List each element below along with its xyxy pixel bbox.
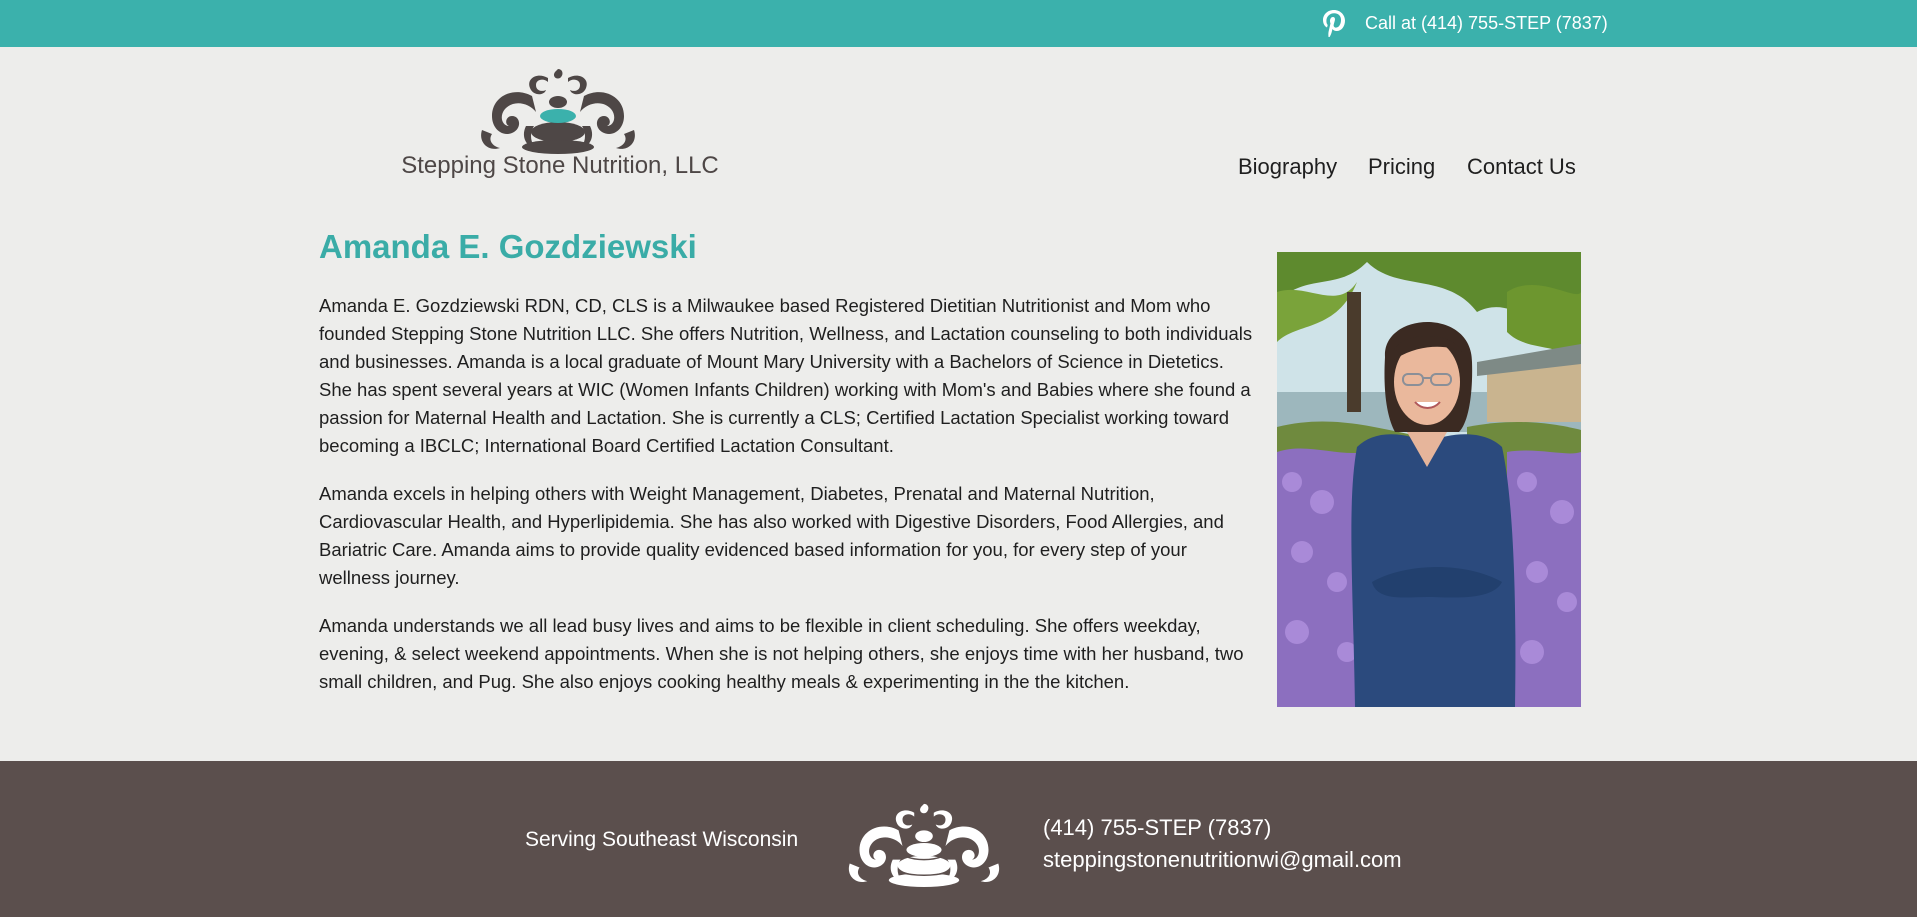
logo-text: Stepping Stone Nutrition, LLC [401,152,719,179]
stacked-stones-ornament-icon [848,803,1000,887]
footer-phone-link[interactable]: (414) 755-STEP (7837) [1043,812,1402,844]
stacked-stones-ornament-icon [481,69,635,154]
serving-area-text: Serving Southeast Wisconsin [525,828,799,851]
footer-email-link[interactable]: steppingstonenutritionwi@gmail.com [1043,844,1402,876]
portrait-photo [1277,252,1581,707]
pinterest-icon[interactable] [1320,8,1348,38]
footer: Serving Southeast Wisconsin (414) 755-ST… [0,761,1917,917]
bio-paragraph-2: Amanda excels in helping others with Wei… [319,483,1224,588]
site-logo[interactable]: Stepping Stone Nutrition, LLC [398,62,722,187]
bio-paragraph-3: Amanda understands we all lead busy live… [319,615,1244,692]
nav-biography[interactable]: Biography [1238,154,1337,180]
nav-contact-us[interactable]: Contact Us [1467,154,1576,180]
bio-paragraph-1: Amanda E. Gozdziewski RDN, CD, CLS is a … [319,295,1253,456]
bio-content: Amanda E. Gozdziewski RDN, CD, CLS is a … [319,292,1259,716]
call-phone-text: Call at (414) 755-STEP (7837) [1365,13,1608,33]
top-bar: Call at (414) 755-STEP (7837) [0,0,1917,47]
footer-contact: (414) 755-STEP (7837) steppingstonenutri… [1043,812,1402,876]
nav-pricing[interactable]: Pricing [1368,154,1435,180]
page-title: Amanda E. Gozdziewski [319,228,697,265]
